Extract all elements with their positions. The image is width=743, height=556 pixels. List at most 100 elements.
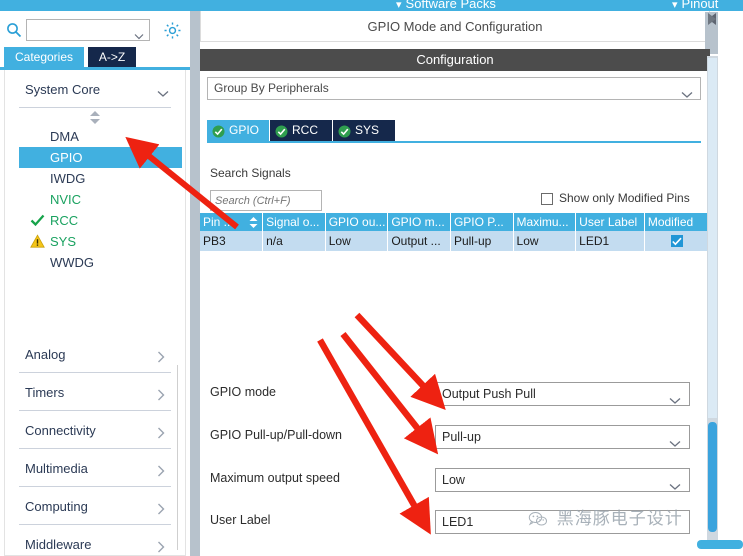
search-input[interactable] <box>30 22 130 38</box>
topbar-bullet-icon: ▾ <box>396 0 402 11</box>
column-header-gpio-mode[interactable]: GPIO m... <box>387 213 451 231</box>
sidebar-search-row <box>0 15 190 45</box>
sidebar-item-label: IWDG <box>50 171 86 186</box>
sidebar-item-label: SYS <box>50 234 77 249</box>
sidebar-group-multimedia[interactable]: Multimedia <box>19 449 171 487</box>
cell-gpio-output: Low <box>325 231 389 251</box>
maximum-output-speed-dropdown[interactable]: Low <box>435 468 690 492</box>
chevron-down-icon[interactable] <box>669 392 681 404</box>
checkbox-icon[interactable] <box>541 193 553 205</box>
topbar-label-software-packs: Software Packs <box>405 0 496 11</box>
column-header-gpio-pull[interactable]: GPIO P... <box>450 213 514 231</box>
chevron-right-icon[interactable] <box>157 388 169 401</box>
check-circle-icon <box>212 124 225 138</box>
signal-search-box[interactable] <box>210 190 322 211</box>
form-row-gpio-pull: GPIO Pull-up/Pull-down Pull-up <box>200 425 697 449</box>
tab-gpio[interactable]: GPIO <box>207 120 269 141</box>
cell-modified[interactable] <box>644 231 710 251</box>
group-by-dropdown[interactable]: Group By Peripherals <box>207 77 701 100</box>
check-circle-icon <box>275 124 288 138</box>
cell-signal: n/a <box>262 231 326 251</box>
sidebar-search-combo[interactable] <box>26 19 150 41</box>
check-circle-icon <box>338 124 351 138</box>
chevron-down-icon[interactable] <box>134 27 144 40</box>
chevron-down-icon[interactable] <box>669 435 681 447</box>
sidebar-item-label: NVIC <box>50 192 82 207</box>
sidebar-group-label: Computing <box>25 499 88 514</box>
sidebar-group-system-core[interactable]: System Core <box>19 70 171 108</box>
column-label: GPIO m... <box>391 215 445 229</box>
sidebar-item-dma[interactable]: DMA <box>5 126 185 147</box>
column-label: User Label <box>579 215 638 229</box>
sidebar-item-label: GPIO <box>50 150 83 165</box>
checkbox-label: Show only Modified Pins <box>559 191 690 205</box>
chevron-down-icon[interactable] <box>157 85 169 97</box>
sidebar-group-computing[interactable]: Computing <box>19 487 171 525</box>
form-label-gpio-pull: GPIO Pull-up/Pull-down <box>210 428 343 442</box>
check-icon <box>30 213 45 228</box>
panel-splitter[interactable] <box>190 11 200 556</box>
signal-search-input[interactable] <box>211 191 321 211</box>
sidebar-scrollbar[interactable] <box>177 365 184 550</box>
top-menu-bar: ▾ Software Packs ▾ Pinout <box>0 0 743 11</box>
cell-pin: PB3 <box>200 231 264 251</box>
sidebar-group-timers[interactable]: Timers <box>19 373 171 411</box>
chevron-right-icon[interactable] <box>157 350 169 363</box>
chevron-right-icon[interactable] <box>157 540 169 553</box>
tab-categories[interactable]: Categories <box>4 47 84 67</box>
sort-arrow-icon[interactable] <box>249 217 258 231</box>
column-header-gpio-output[interactable]: GPIO ou... <box>325 213 389 231</box>
sidebar-group-label: Connectivity <box>25 423 96 438</box>
tab-rcc[interactable]: RCC <box>270 120 332 141</box>
tab-label: GPIO <box>229 123 260 137</box>
sidebar-item-iwdg[interactable]: IWDG <box>5 168 185 189</box>
topbar-item-software-packs[interactable]: ▾ Software Packs <box>396 0 496 11</box>
search-signals-label: Search Signals <box>210 166 291 180</box>
sidebar-group-analog[interactable]: Analog <box>19 335 171 373</box>
column-header-signal[interactable]: Signal o... <box>262 213 326 231</box>
main-scrollbar-upper[interactable] <box>708 58 717 418</box>
main-scrollbar-thumb[interactable] <box>708 422 717 532</box>
watermark-text: 黑海豚电子设计 <box>556 509 683 528</box>
chevron-right-icon[interactable] <box>157 426 169 439</box>
panel-collapse-controls[interactable] <box>705 12 719 54</box>
user-label-value: LED1 <box>442 515 474 529</box>
form-row-gpio-mode: GPIO mode Output Push Pull <box>200 382 697 406</box>
form-label-user-label: User Label <box>210 513 271 527</box>
gpio-pull-dropdown[interactable]: Pull-up <box>435 425 690 449</box>
chevron-down-icon[interactable] <box>681 86 693 98</box>
show-only-modified-pins-checkbox[interactable]: Show only Modified Pins <box>541 191 690 205</box>
gpio-mode-dropdown[interactable]: Output Push Pull <box>435 382 690 406</box>
gear-icon[interactable] <box>163 21 182 40</box>
column-header-pin[interactable]: Pin ... <box>200 213 264 231</box>
sidebar-item-gpio[interactable]: GPIO <box>19 147 182 168</box>
column-header-modified[interactable]: Modified <box>644 213 710 231</box>
column-label: Maximu... <box>516 215 569 229</box>
gpio-pull-value: Pull-up <box>442 430 481 444</box>
sidebar-item-wwdg[interactable]: WWDG <box>5 252 185 273</box>
sidebar-tabs: Categories A->Z <box>0 47 190 67</box>
tab-sys[interactable]: SYS <box>333 120 395 141</box>
tree-scroll-indicator[interactable] <box>5 108 185 126</box>
sidebar-group-middleware[interactable]: Middleware <box>19 525 171 555</box>
chevron-right-icon[interactable] <box>157 502 169 515</box>
column-header-user-label[interactable]: User Label <box>575 213 645 231</box>
maximum-output-speed-value: Low <box>442 473 465 487</box>
sidebar-item-nvic[interactable]: NVIC <box>5 189 185 210</box>
sidebar-item-label: WWDG <box>50 255 95 270</box>
tab-label: SYS <box>355 123 380 137</box>
chevron-down-icon[interactable] <box>669 478 681 490</box>
column-label: Pin ... <box>203 215 234 229</box>
column-header-maximum-speed[interactable]: Maximu... <box>513 213 577 231</box>
chevron-right-icon[interactable] <box>157 464 169 477</box>
sidebar-item-sys[interactable]: SYS <box>5 231 185 252</box>
tab-a-to-z[interactable]: A->Z <box>88 47 136 67</box>
cell-gpio-mode: Output ... <box>387 231 451 251</box>
sidebar-group-connectivity[interactable]: Connectivity <box>19 411 171 449</box>
cell-gpio-pull: Pull-up <box>450 231 514 251</box>
sidebar-item-rcc[interactable]: RCC <box>5 210 185 231</box>
pin-configuration-table: Pin ... Signal o... GPIO ou... GPIO m...… <box>200 213 710 251</box>
table-row[interactable]: PB3 n/a Low Output ... Pull-up Low LED1 <box>200 231 710 251</box>
topbar-item-pinout[interactable]: ▾ Pinout <box>672 0 718 11</box>
